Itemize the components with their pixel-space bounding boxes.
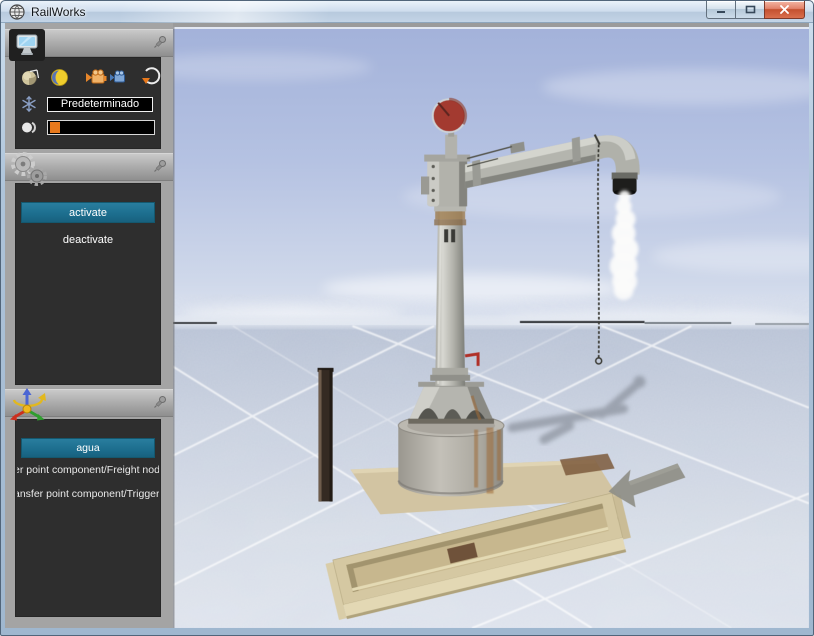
monitor-icon bbox=[15, 34, 39, 56]
pin-icon[interactable] bbox=[153, 395, 167, 409]
pin-icon[interactable] bbox=[153, 35, 167, 49]
snowflake-icon bbox=[21, 96, 37, 112]
maximize-button[interactable] bbox=[735, 1, 764, 19]
action-label: activate bbox=[69, 207, 107, 219]
dimmer-toggle-icon bbox=[21, 121, 39, 134]
intensity-slider[interactable] bbox=[47, 120, 155, 135]
panel-head-links bbox=[5, 389, 173, 417]
editor-sidebar: activate deactivate bbox=[5, 23, 173, 628]
wooden-post[interactable] bbox=[318, 368, 334, 502]
link-label: agua bbox=[76, 442, 99, 454]
camera-active-icon[interactable] bbox=[85, 67, 107, 87]
slider-row bbox=[21, 119, 157, 135]
app-icon bbox=[9, 4, 25, 20]
moon-icon[interactable] bbox=[50, 67, 69, 87]
link-item-trigger[interactable]: ansfer point component/Trigger b bbox=[17, 486, 159, 502]
titlebar: RailWorks bbox=[1, 1, 813, 23]
signal-disc bbox=[433, 99, 466, 132]
pin-icon[interactable] bbox=[153, 159, 167, 173]
minimize-button[interactable] bbox=[706, 1, 735, 19]
panel-body-links: agua er point component/Freight node ans… bbox=[15, 419, 161, 617]
panel-body-actions: activate deactivate bbox=[15, 183, 161, 385]
close-button[interactable] bbox=[764, 1, 805, 19]
sphere-brush-icon[interactable] bbox=[21, 67, 40, 87]
titlebar-gloss bbox=[121, 1, 381, 23]
weather-profile-input[interactable] bbox=[47, 97, 153, 112]
window-title: RailWorks bbox=[31, 5, 85, 19]
gears-icon[interactable] bbox=[7, 151, 51, 189]
display-toolbar bbox=[21, 67, 155, 87]
action-item-deactivate[interactable]: deactivate bbox=[21, 229, 155, 250]
stone-base bbox=[398, 415, 504, 497]
viewport-left-edge bbox=[173, 27, 174, 628]
weather-row bbox=[21, 95, 157, 113]
client-area: activate deactivate bbox=[5, 23, 809, 628]
camera-icon[interactable] bbox=[109, 67, 127, 87]
slider-handle[interactable] bbox=[50, 122, 60, 133]
panel-head-actions bbox=[5, 153, 173, 181]
action-item-activate[interactable]: activate bbox=[21, 202, 155, 223]
viewport-top-edge bbox=[173, 27, 809, 29]
link-item-freight-node[interactable]: er point component/Freight node bbox=[17, 462, 159, 478]
reset-rotation-icon[interactable] bbox=[141, 67, 161, 87]
action-label: deactivate bbox=[63, 234, 113, 246]
rotate-gizmo-icon[interactable] bbox=[7, 387, 49, 423]
world-viewport[interactable] bbox=[173, 27, 809, 628]
window-controls bbox=[706, 1, 805, 19]
panel-body-display bbox=[15, 57, 161, 149]
link-label: er point component/Freight node bbox=[17, 464, 159, 476]
link-label: ansfer point component/Trigger b bbox=[17, 488, 159, 500]
display-settings-tab[interactable] bbox=[9, 29, 45, 61]
railworks-window: RailWorks bbox=[0, 0, 814, 636]
panel-head-display bbox=[5, 29, 173, 57]
link-item-agua[interactable]: agua bbox=[21, 438, 155, 458]
